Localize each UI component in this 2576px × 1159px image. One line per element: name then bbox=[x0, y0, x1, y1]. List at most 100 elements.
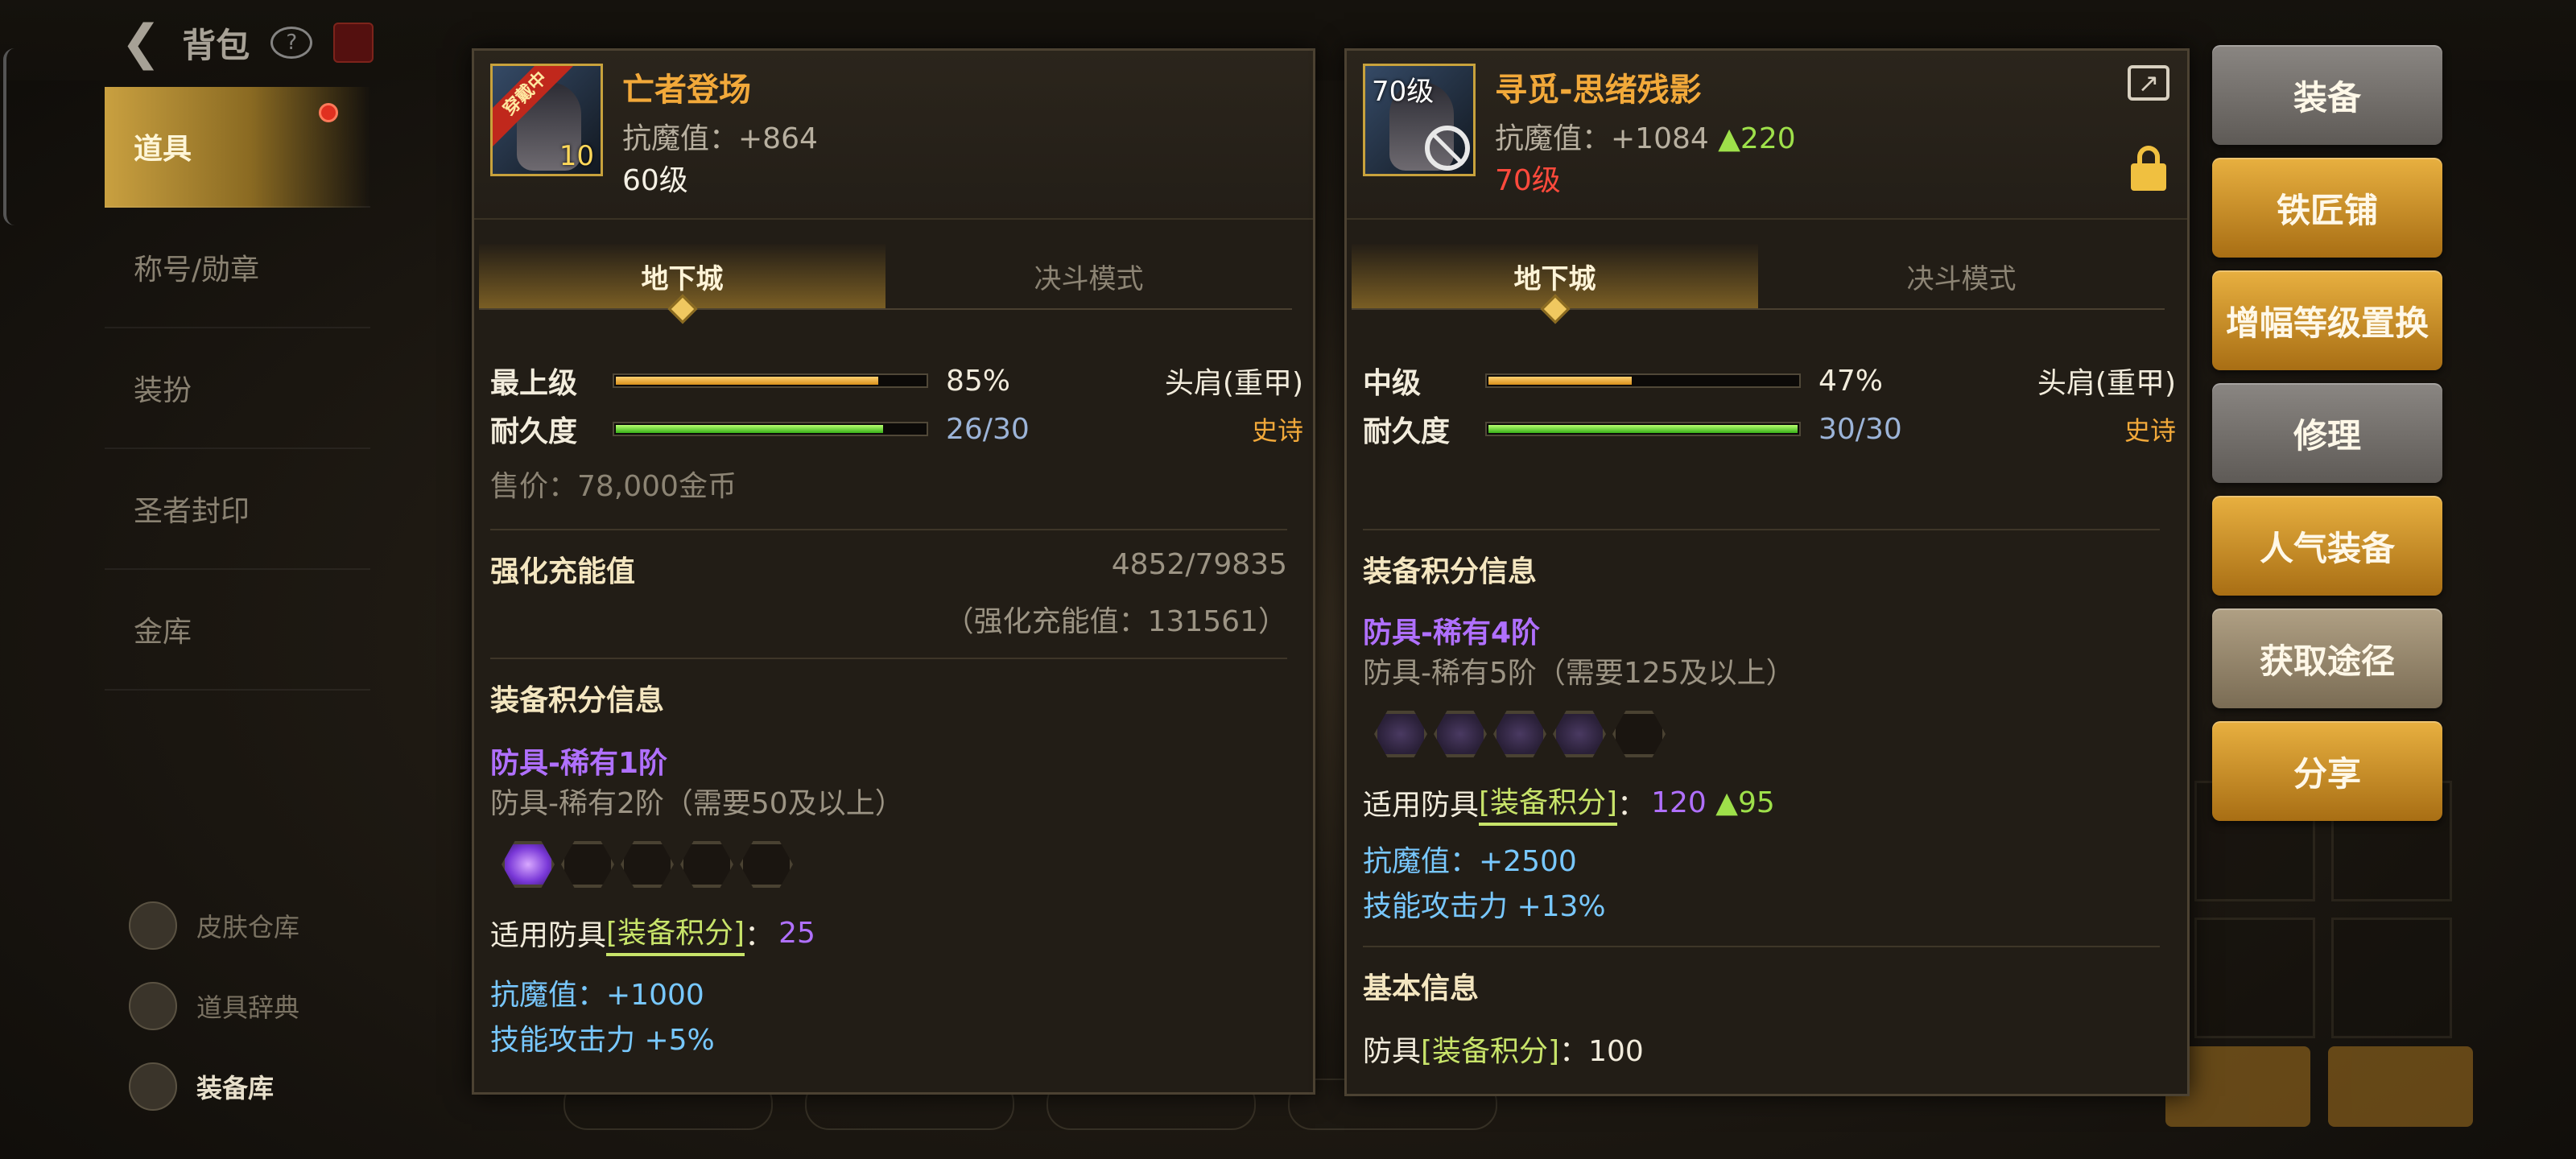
item-level: 60级 bbox=[622, 164, 688, 197]
mode-tabs: 地下城 决斗模式 bbox=[1352, 244, 2165, 310]
drawer-handle[interactable] bbox=[3, 48, 14, 225]
durability-bar bbox=[1485, 422, 1801, 436]
sidebar-item-label: 装扮 bbox=[134, 374, 192, 407]
item-resist: 抗魔值：+864 bbox=[622, 115, 818, 157]
grade-bar bbox=[613, 373, 928, 388]
item-icon: 70级 bbox=[1363, 64, 1476, 176]
grade-label: 中级 bbox=[1363, 367, 1422, 400]
durability-value: 26/30 bbox=[946, 412, 1030, 446]
tab-duel[interactable]: 决斗模式 bbox=[1758, 244, 2165, 308]
sidebar-item-items[interactable]: 道具 bbox=[105, 87, 370, 208]
equipment-library-link[interactable]: 装备库 bbox=[129, 1046, 386, 1127]
link-label: 装备库 bbox=[196, 1073, 275, 1103]
score-tag[interactable]: [装备积分] bbox=[1479, 779, 1618, 826]
sidebar-item-label: 圣者封印 bbox=[134, 495, 250, 528]
sidebar-item-titles[interactable]: 称号/勋章 bbox=[105, 208, 370, 328]
score-value: 120 ▲95 bbox=[1651, 786, 1775, 819]
grade-bar-fill bbox=[616, 377, 878, 385]
skin-storage-link[interactable]: 皮肤仓库 bbox=[129, 885, 386, 966]
score-colon: ： bbox=[1617, 789, 1647, 822]
equipment-library-icon bbox=[129, 1062, 177, 1111]
tier-gem-empty bbox=[561, 841, 614, 888]
share-button[interactable]: 分享 bbox=[2212, 721, 2442, 821]
durability-label: 耐久度 bbox=[1363, 415, 1451, 448]
unusable-icon bbox=[1425, 126, 1470, 171]
tier-gems bbox=[1374, 711, 2176, 757]
item-rarity: 史诗 bbox=[1251, 415, 1303, 446]
item-details: 中级 47% 头肩(重甲) 耐久度 30/30 史诗 装备积分信息 防具-稀有4… bbox=[1363, 357, 2176, 1073]
base-tag: [装备积分] bbox=[1421, 1035, 1560, 1068]
grade-row: 最上级 85% 头肩(重甲) bbox=[490, 357, 1303, 405]
amplify-transfer-button[interactable]: 增幅等级置换 bbox=[2212, 270, 2442, 370]
enhance-title: 强化充能值 bbox=[490, 555, 636, 588]
tier-gem-filled bbox=[1553, 711, 1606, 757]
help-eye-icon[interactable]: ? bbox=[270, 27, 313, 59]
durability-row: 耐久度 30/30 史诗 bbox=[1363, 405, 2176, 453]
acquire-route-button[interactable]: 获取途径 bbox=[2212, 608, 2442, 708]
item-slot: 头肩(重甲) bbox=[2037, 367, 2176, 400]
bonus-skill: 技能攻击力 +5% bbox=[490, 1024, 715, 1057]
sidebar-item-vault[interactable]: 金库 bbox=[105, 570, 370, 691]
lock-icon[interactable] bbox=[2131, 146, 2166, 191]
tier-current: 防具-稀有4阶 bbox=[1363, 617, 1540, 650]
resist-label: 抗魔值： bbox=[622, 122, 739, 155]
item-reinforce-level: 10 bbox=[559, 140, 594, 172]
bonus-resist: 抗魔值：+2500 bbox=[1363, 845, 1577, 878]
skin-storage-icon bbox=[129, 901, 177, 950]
base-prefix: 防具 bbox=[1363, 1035, 1422, 1068]
popular-equipment-button[interactable]: 人气装备 bbox=[2212, 496, 2442, 596]
repair-button[interactable]: 修理 bbox=[2212, 383, 2442, 483]
enhance-value: 4852/79835 bbox=[1111, 548, 1287, 581]
item-resist: 抗魔值：+1084 ▲220 bbox=[1495, 115, 1796, 157]
sidebar-item-seal[interactable]: 圣者封印 bbox=[105, 449, 370, 570]
resist-label: 抗魔值： bbox=[1495, 122, 1612, 155]
inventory-header: ❮ 背包 ? bbox=[121, 14, 374, 71]
blacksmith-button[interactable]: 铁匠铺 bbox=[2212, 158, 2442, 258]
tier-gem-filled bbox=[1434, 711, 1487, 757]
item-header: 穿戴中 10 亡者登场 抗魔值：+864 60级 bbox=[474, 51, 1313, 220]
share-link-icon[interactable]: ↗ bbox=[2128, 65, 2169, 101]
item-rarity: 史诗 bbox=[2124, 415, 2176, 446]
tier-current: 防具-稀有1阶 bbox=[490, 747, 667, 780]
item-icon-level: 70级 bbox=[1372, 76, 1435, 108]
bonus-resist: 抗魔值：+1000 bbox=[490, 979, 704, 1012]
sidebar-bottom-links: 皮肤仓库 道具辞典 装备库 bbox=[129, 885, 386, 1127]
item-details: 最上级 85% 头肩(重甲) 耐久度 26/30 史诗 售价：78,000金币 … bbox=[490, 357, 1303, 1062]
durability-bar-fill bbox=[616, 425, 884, 433]
item-header: 70级 寻觅-思绪残影 抗魔值：+1084 ▲220 70级 ↗ bbox=[1347, 51, 2187, 220]
base-value: ：100 bbox=[1559, 1035, 1644, 1068]
tab-duel[interactable]: 决斗模式 bbox=[886, 244, 1292, 308]
item-dictionary-link[interactable]: 道具辞典 bbox=[129, 966, 386, 1046]
base-info-title: 基本信息 bbox=[1363, 972, 1480, 1005]
compare-item-tooltip: 70级 寻觅-思绪残影 抗魔值：+1084 ▲220 70级 ↗ 地下城 决斗模… bbox=[1344, 48, 2190, 1096]
sidebar-item-avatar[interactable]: 装扮 bbox=[105, 328, 370, 449]
item-slot: 头肩(重甲) bbox=[1164, 367, 1303, 400]
item-level: 70级 bbox=[1495, 164, 1561, 197]
back-arrow-icon[interactable]: ❮ bbox=[121, 19, 161, 67]
equip-button[interactable]: 装备 bbox=[2212, 45, 2442, 145]
score-title: 装备积分信息 bbox=[1363, 555, 1538, 588]
tier-gem-filled bbox=[1493, 711, 1546, 757]
event-icon[interactable] bbox=[333, 23, 374, 63]
durability-bar-fill bbox=[1488, 425, 1798, 433]
tier-gem-filled bbox=[1374, 711, 1427, 757]
score-prefix: 适用防具 bbox=[1363, 789, 1480, 822]
item-icon: 穿戴中 10 bbox=[490, 64, 603, 176]
tab-dungeon[interactable]: 地下城 bbox=[1352, 244, 1758, 308]
score-tag[interactable]: [装备积分] bbox=[606, 909, 745, 956]
score-prefix: 适用防具 bbox=[490, 919, 607, 952]
durability-value: 30/30 bbox=[1818, 412, 1902, 446]
tier-gem-empty bbox=[740, 841, 793, 888]
resist-value: +864 bbox=[738, 122, 818, 155]
score-colon: ： bbox=[745, 919, 774, 952]
action-button-column: 装备 铁匠铺 增幅等级置换 修理 人气装备 获取途径 分享 bbox=[2212, 45, 2442, 834]
resist-value: +1084 bbox=[1611, 122, 1709, 155]
grade-percent: 47% bbox=[1818, 364, 1884, 398]
grade-label: 最上级 bbox=[490, 367, 578, 400]
tier-gem-empty bbox=[621, 841, 674, 888]
sidebar-item-label: 金库 bbox=[134, 616, 192, 649]
score-title: 装备积分信息 bbox=[490, 684, 665, 717]
tab-dungeon[interactable]: 地下城 bbox=[479, 244, 886, 308]
notification-dot bbox=[319, 103, 338, 122]
grade-row: 中级 47% 头肩(重甲) bbox=[1363, 357, 2176, 405]
